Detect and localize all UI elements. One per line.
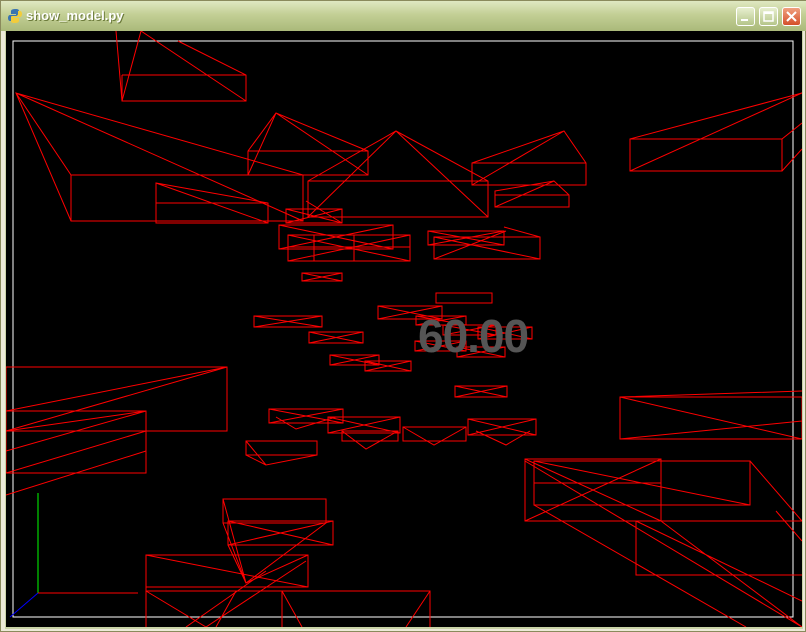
fps-counter: 60.00 (418, 310, 529, 362)
maximize-button[interactable] (759, 7, 778, 26)
wireframe-canvas (6, 31, 802, 627)
minimize-button[interactable] (736, 7, 755, 26)
app-window: show_model.py 60.00 (0, 0, 806, 632)
viewport-border (12, 40, 794, 618)
axes-gizmo (9, 493, 138, 618)
minimize-icon (741, 19, 748, 21)
close-icon (786, 11, 797, 22)
python-icon (7, 8, 23, 24)
wireframe-model (6, 31, 802, 627)
close-button[interactable] (782, 7, 801, 26)
maximize-icon (763, 11, 774, 22)
render-viewport[interactable]: 60.00 (6, 31, 802, 627)
title-bar[interactable]: show_model.py (1, 1, 806, 31)
window-title: show_model.py (26, 8, 124, 23)
